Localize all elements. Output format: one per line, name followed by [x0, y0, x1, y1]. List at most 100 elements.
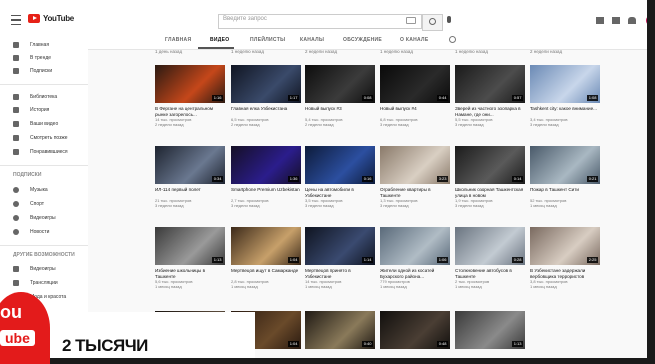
search-input[interactable]: Введите запрос — [218, 14, 422, 29]
video-title[interactable]: ИЛ-114 первый полет — [155, 187, 225, 198]
video-title[interactable]: Зверей из частного зоопарка в Намане, гд… — [455, 106, 525, 117]
video-thumbnail[interactable]: 1:16 — [155, 65, 225, 103]
video-card[interactable]: 0:57 Зверей из частного зоопарка в Намане… — [455, 65, 525, 127]
sidebar-item-live[interactable]: Трансляции — [13, 278, 58, 288]
video-title[interactable]: Пожар в Ташкент Сити — [530, 187, 600, 198]
sidebar-item-watch-later[interactable]: Смотреть позже — [13, 133, 68, 143]
video-thumbnail[interactable]: 1:08 — [530, 65, 600, 103]
video-age-label: 1 неделю назад — [455, 49, 489, 54]
video-thumbnail[interactable]: 1:17 — [231, 65, 301, 103]
video-thumbnail[interactable]: 1:13 — [155, 227, 225, 265]
video-card[interactable]: 1:16 В Фергане на центральном рынке загор… — [155, 65, 225, 127]
tab-home[interactable]: ГЛАВНАЯ — [165, 37, 191, 43]
video-thumbnail[interactable]: 3:23 — [380, 146, 450, 184]
video-title[interactable]: Столкновение автобусов в Ташкенте — [455, 268, 525, 279]
video-card[interactable]: 0:28 Столкновение автобусов в Ташкенте 2 т… — [455, 227, 525, 289]
video-thumbnail[interactable]: 0:40 — [305, 311, 375, 349]
tab-videos[interactable]: ВИДЕО — [210, 37, 230, 43]
sidebar-item-trending[interactable]: В тренде — [13, 53, 51, 63]
video-duration: 3:23 — [437, 176, 448, 182]
video-thumbnail[interactable]: 1:14 — [305, 227, 375, 265]
tab-channels[interactable]: КАНАЛЫ — [300, 37, 324, 43]
youtube-logo[interactable]: YouTube — [28, 14, 74, 23]
video-thumbnail[interactable]: 1:04 — [231, 227, 301, 265]
video-card[interactable]: 0:34 ИЛ-114 первый полет 21 тыс. просмотро… — [155, 146, 225, 208]
video-card[interactable]: 0:14 Школьник озорная Ташкентская улица в… — [455, 146, 525, 208]
video-thumbnail[interactable]: 0:44 — [380, 65, 450, 103]
video-thumbnail[interactable]: 0:28 — [455, 227, 525, 265]
video-thumbnail[interactable]: 0:48 — [380, 311, 450, 349]
video-card[interactable]: 1:04 Мертвецов ищут в Самарканде 2,8 тыс. … — [231, 227, 301, 289]
video-thumbnail[interactable]: 0:34 — [155, 146, 225, 184]
video-age: 2 недели назад — [155, 122, 184, 127]
video-thumbnail[interactable]: 0:08 — [305, 65, 375, 103]
tab-playlists[interactable]: ПЛЕЙЛИСТЫ — [250, 37, 285, 43]
video-thumbnail[interactable]: 0:14 — [455, 146, 525, 184]
video-duration: 0:48 — [437, 341, 448, 347]
video-duration: 0:57 — [512, 95, 523, 101]
video-title[interactable]: Новый выпуск #4 — [380, 106, 450, 117]
video-card[interactable]: 1:08 Tashkent city: какое внимание... 3,4 … — [530, 65, 600, 127]
video-card[interactable]: 1:36 Smartphone Premium Uzbekistan 2,7 тыс… — [231, 146, 301, 208]
video-title[interactable]: Smartphone Premium Uzbekistan — [231, 187, 301, 198]
channel-search-icon[interactable] — [449, 36, 456, 43]
microphone-icon[interactable] — [447, 16, 451, 23]
subscriptions-icon — [13, 68, 19, 74]
video-thumbnail[interactable]: 1:06 — [380, 227, 450, 265]
video-card[interactable]: 1:14 Мертвецов принято в Узбекистане 14 ты… — [305, 227, 375, 289]
video-card[interactable]: 0:21 Пожар в Ташкент Сити 52 тыс. просмотр… — [530, 146, 600, 208]
apps-icon[interactable] — [612, 17, 620, 24]
video-title[interactable]: Мертвецов ищут в Самарканде — [231, 268, 301, 279]
sidebar-item-your-videos[interactable]: Ваши видео — [13, 119, 58, 129]
video-age: 3 недели назад — [530, 122, 559, 127]
sidebar-item-library[interactable]: Библиотека — [13, 92, 57, 102]
video-title[interactable]: Избиение школьницы в Ташкенте — [155, 268, 225, 279]
video-card[interactable]: 0:16 Цены на автомобили в Узбекистане 3,5 … — [305, 146, 375, 208]
video-title[interactable]: В Узбекистане задержали вербовщика терро… — [530, 268, 600, 279]
video-title[interactable]: Мертвецов принято в Узбекистане — [305, 268, 375, 279]
video-card[interactable]: 1:13 Избиение школьницы в Ташкенте 5,6 тыс… — [155, 227, 225, 289]
video-card[interactable]: 3:23 Ограбление квартиры в Ташкенте 1,3 ты… — [380, 146, 450, 208]
video-card[interactable]: 0:40 — [305, 311, 375, 363]
tab-discussion[interactable]: ОБСУЖДЕНИЕ — [343, 37, 382, 43]
video-duration: 0:44 — [437, 95, 448, 101]
video-thumbnail[interactable]: 2:25 — [530, 227, 600, 265]
sidebar-item-subscriptions[interactable]: Подписки — [13, 66, 52, 76]
video-thumbnail[interactable]: 0:57 — [455, 65, 525, 103]
sidebar-item-more-gaming[interactable]: Видеоигры — [13, 264, 56, 274]
video-title[interactable]: Школьник озорная Ташкентская улица в нов… — [455, 187, 525, 198]
create-video-icon[interactable] — [596, 17, 604, 24]
video-title[interactable]: Главная елка Узбекистана — [231, 106, 301, 117]
sidebar-item-sport[interactable]: Спорт — [13, 199, 44, 209]
sidebar-item-gaming[interactable]: Видеоигры — [13, 213, 56, 223]
video-card[interactable]: 2:25 В Узбекистане задержали вербовщика т… — [530, 227, 600, 289]
video-title[interactable]: Ограбление квартиры в Ташкенте — [380, 187, 450, 198]
video-title[interactable]: Жители одной из косатей Бухарского район… — [380, 268, 450, 279]
video-age-label: 1 неделю назад — [231, 49, 265, 54]
sidebar-item-news[interactable]: Новости — [13, 227, 49, 237]
video-card[interactable]: 1:06 Жители одной из косатей Бухарского р… — [380, 227, 450, 289]
sidebar-item-home[interactable]: Главная — [13, 40, 49, 50]
tab-about[interactable]: О КАНАЛЕ — [400, 37, 428, 43]
video-title[interactable]: Tashkent city: какое внимание... — [530, 106, 600, 117]
thumbs-up-icon — [13, 149, 19, 155]
sidebar-item-music[interactable]: Музыка — [13, 185, 48, 195]
menu-icon[interactable] — [11, 15, 21, 25]
video-card[interactable]: 1:13 — [455, 311, 525, 363]
search-button[interactable] — [422, 14, 443, 31]
notifications-icon[interactable] — [628, 17, 636, 24]
video-title[interactable]: Новый выпуск #3 — [305, 106, 375, 117]
video-card[interactable]: 1:17 Главная елка Узбекистана 6,5 тыс. про… — [231, 65, 301, 127]
sidebar-item-liked[interactable]: Понравившиеся — [13, 147, 68, 157]
video-thumbnail[interactable]: 1:36 — [231, 146, 301, 184]
video-thumbnail[interactable]: 1:13 — [455, 311, 525, 349]
video-card[interactable]: 0:44 Новый выпуск #4 6,8 тыс. просмотров 3 … — [380, 65, 450, 127]
video-title[interactable]: Цены на автомобили в Узбекистане — [305, 187, 375, 198]
keyboard-icon[interactable] — [406, 17, 416, 24]
video-card[interactable]: 0:48 — [380, 311, 450, 363]
video-thumbnail[interactable]: 0:21 — [530, 146, 600, 184]
video-thumbnail[interactable]: 0:16 — [305, 146, 375, 184]
sidebar-item-history[interactable]: История — [13, 105, 49, 115]
video-card[interactable]: 0:08 Новый выпуск #3 5,4 тыс. просмотров 2 … — [305, 65, 375, 127]
video-title[interactable]: В Фергане на центральном рынке загорелос… — [155, 106, 225, 117]
